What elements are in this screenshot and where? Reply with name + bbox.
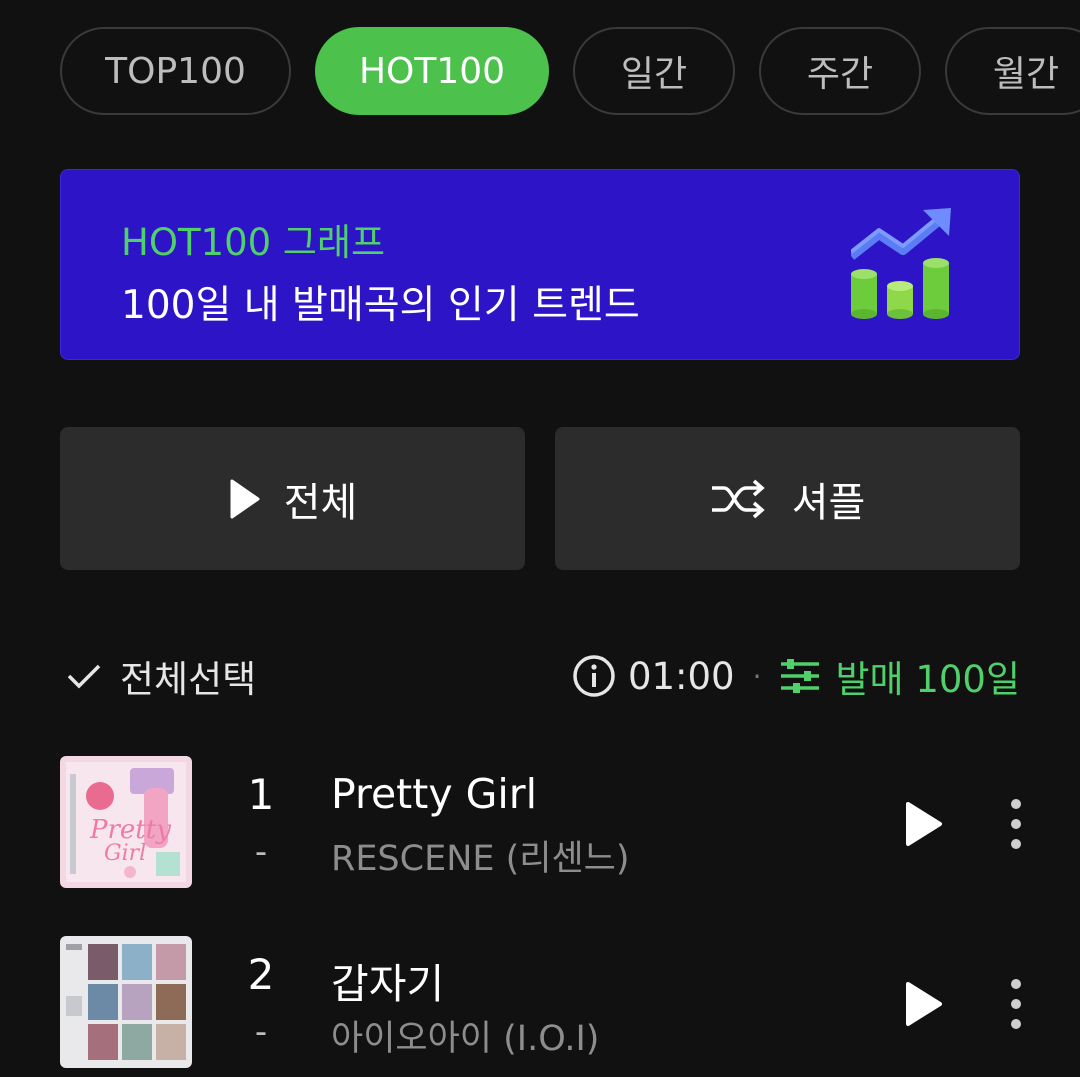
shuffle-button[interactable]: 셔플: [555, 427, 1020, 570]
song-row[interactable]: Pretty Girl 1 - Pretty Girl RESCENE (리센느…: [0, 756, 1080, 890]
song-row[interactable]: 2 - 갑자기 아이오아이 (I.O.I): [0, 936, 1080, 1070]
play-song-button[interactable]: [896, 976, 948, 1032]
tab-top100[interactable]: TOP100: [60, 27, 291, 115]
tab-daily[interactable]: 일간: [573, 27, 735, 115]
play-icon: [906, 982, 942, 1026]
play-icon: [906, 802, 942, 846]
info-icon: [572, 654, 616, 698]
checkmark-icon: [66, 662, 102, 690]
chart-screen: TOP100 HOT100 일간 주간 월간 HOT100 그래프 100일 내…: [0, 0, 1080, 1077]
more-vertical-icon: [1011, 799, 1021, 849]
song-artist[interactable]: RESCENE (리센느): [331, 830, 630, 881]
song-title[interactable]: Pretty Girl: [331, 770, 537, 818]
play-all-label: 전체: [283, 479, 358, 526]
chart-info-tools: 01:00 · 발매 100일: [572, 640, 1020, 712]
album-cover[interactable]: [60, 936, 192, 1068]
release-filter-button[interactable]: 발매 100일: [779, 649, 1020, 703]
album-cover[interactable]: Pretty Girl: [60, 756, 192, 888]
tab-hot100[interactable]: HOT100: [315, 27, 549, 115]
trend-chart-icon: [851, 208, 951, 319]
update-time-info[interactable]: 01:00: [572, 654, 735, 698]
tab-weekly[interactable]: 주간: [759, 27, 921, 115]
tab-monthly[interactable]: 월간: [945, 27, 1080, 115]
banner-title: HOT100 그래프: [121, 221, 386, 264]
song-title[interactable]: 갑자기: [331, 950, 444, 1010]
rank-number: 2: [247, 950, 275, 999]
chart-category-tabs: TOP100 HOT100 일간 주간 월간: [60, 27, 1080, 119]
update-time-text: 01:00: [627, 654, 735, 698]
rank-change: -: [254, 1012, 268, 1052]
more-vertical-icon: [1011, 979, 1021, 1029]
select-all-label: 전체선택: [120, 658, 257, 701]
play-song-button[interactable]: [896, 796, 948, 852]
list-toolbar: 전체선택 01:00 · 발매 100일: [60, 640, 1020, 712]
play-icon: [228, 479, 260, 519]
hot100-graph-banner[interactable]: HOT100 그래프 100일 내 발매곡의 인기 트렌드: [60, 169, 1020, 360]
filter-sliders-icon: [779, 658, 821, 694]
separator-dot: ·: [752, 659, 762, 693]
play-all-button[interactable]: 전체: [60, 427, 525, 570]
release-filter-label: 발매 100일: [835, 658, 1020, 701]
select-all-button[interactable]: 전체선택: [60, 640, 256, 712]
shuffle-icon: [710, 479, 768, 519]
svg-text:Girl: Girl: [104, 841, 146, 866]
shuffle-label: 셔플: [791, 479, 866, 526]
banner-subtitle: 100일 내 발매곡의 인기 트렌드: [121, 283, 640, 328]
more-options-button[interactable]: [996, 794, 1036, 854]
song-artist[interactable]: 아이오아이 (I.O.I): [331, 1010, 599, 1061]
more-options-button[interactable]: [996, 974, 1036, 1034]
rank-change: -: [254, 832, 268, 872]
rank-number: 1: [247, 770, 275, 819]
